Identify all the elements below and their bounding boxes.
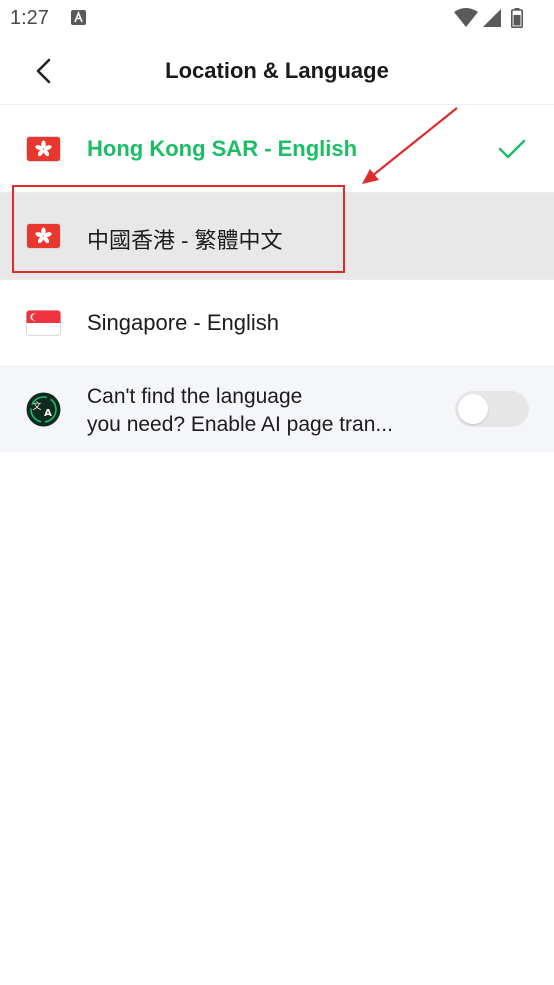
app-header: Location & Language <box>0 38 554 105</box>
svg-text:文: 文 <box>32 400 41 412</box>
ai-translation-line-1: Can't find the language <box>87 385 303 408</box>
language-option-singapore-english[interactable]: Singapore - English <box>0 280 554 367</box>
status-time: 1:27 <box>10 7 49 29</box>
ai-translation-line-2: you need? Enable AI page tran... <box>87 413 393 436</box>
ai-translation-description: Can't find the language you need? Enable… <box>87 383 437 439</box>
ai-translate-icon: 文 A <box>26 392 61 427</box>
page-title: Location & Language <box>165 58 389 83</box>
svg-text:A: A <box>44 408 52 419</box>
toggle-knob <box>458 394 488 424</box>
status-bar: 1:27 <box>0 0 554 38</box>
language-label: Singapore - English <box>87 310 280 335</box>
language-option-hong-kong-english[interactable]: Hong Kong SAR - English <box>0 106 554 193</box>
annotation-highlight-box <box>12 185 345 273</box>
ai-translation-toggle[interactable] <box>455 391 529 427</box>
screen: 1:27 Location & Language Hong Kong SAR -… <box>0 0 554 985</box>
annotation-arrow-icon <box>362 107 458 184</box>
signal-icon <box>483 9 501 27</box>
singapore-flag-icon <box>26 310 61 336</box>
battery-icon <box>511 8 523 28</box>
wifi-icon <box>454 8 478 27</box>
language-label: Hong Kong SAR - English <box>87 136 358 161</box>
hong-kong-flag-icon <box>26 136 61 162</box>
app-notification-icon <box>71 10 86 25</box>
check-icon <box>498 139 526 159</box>
